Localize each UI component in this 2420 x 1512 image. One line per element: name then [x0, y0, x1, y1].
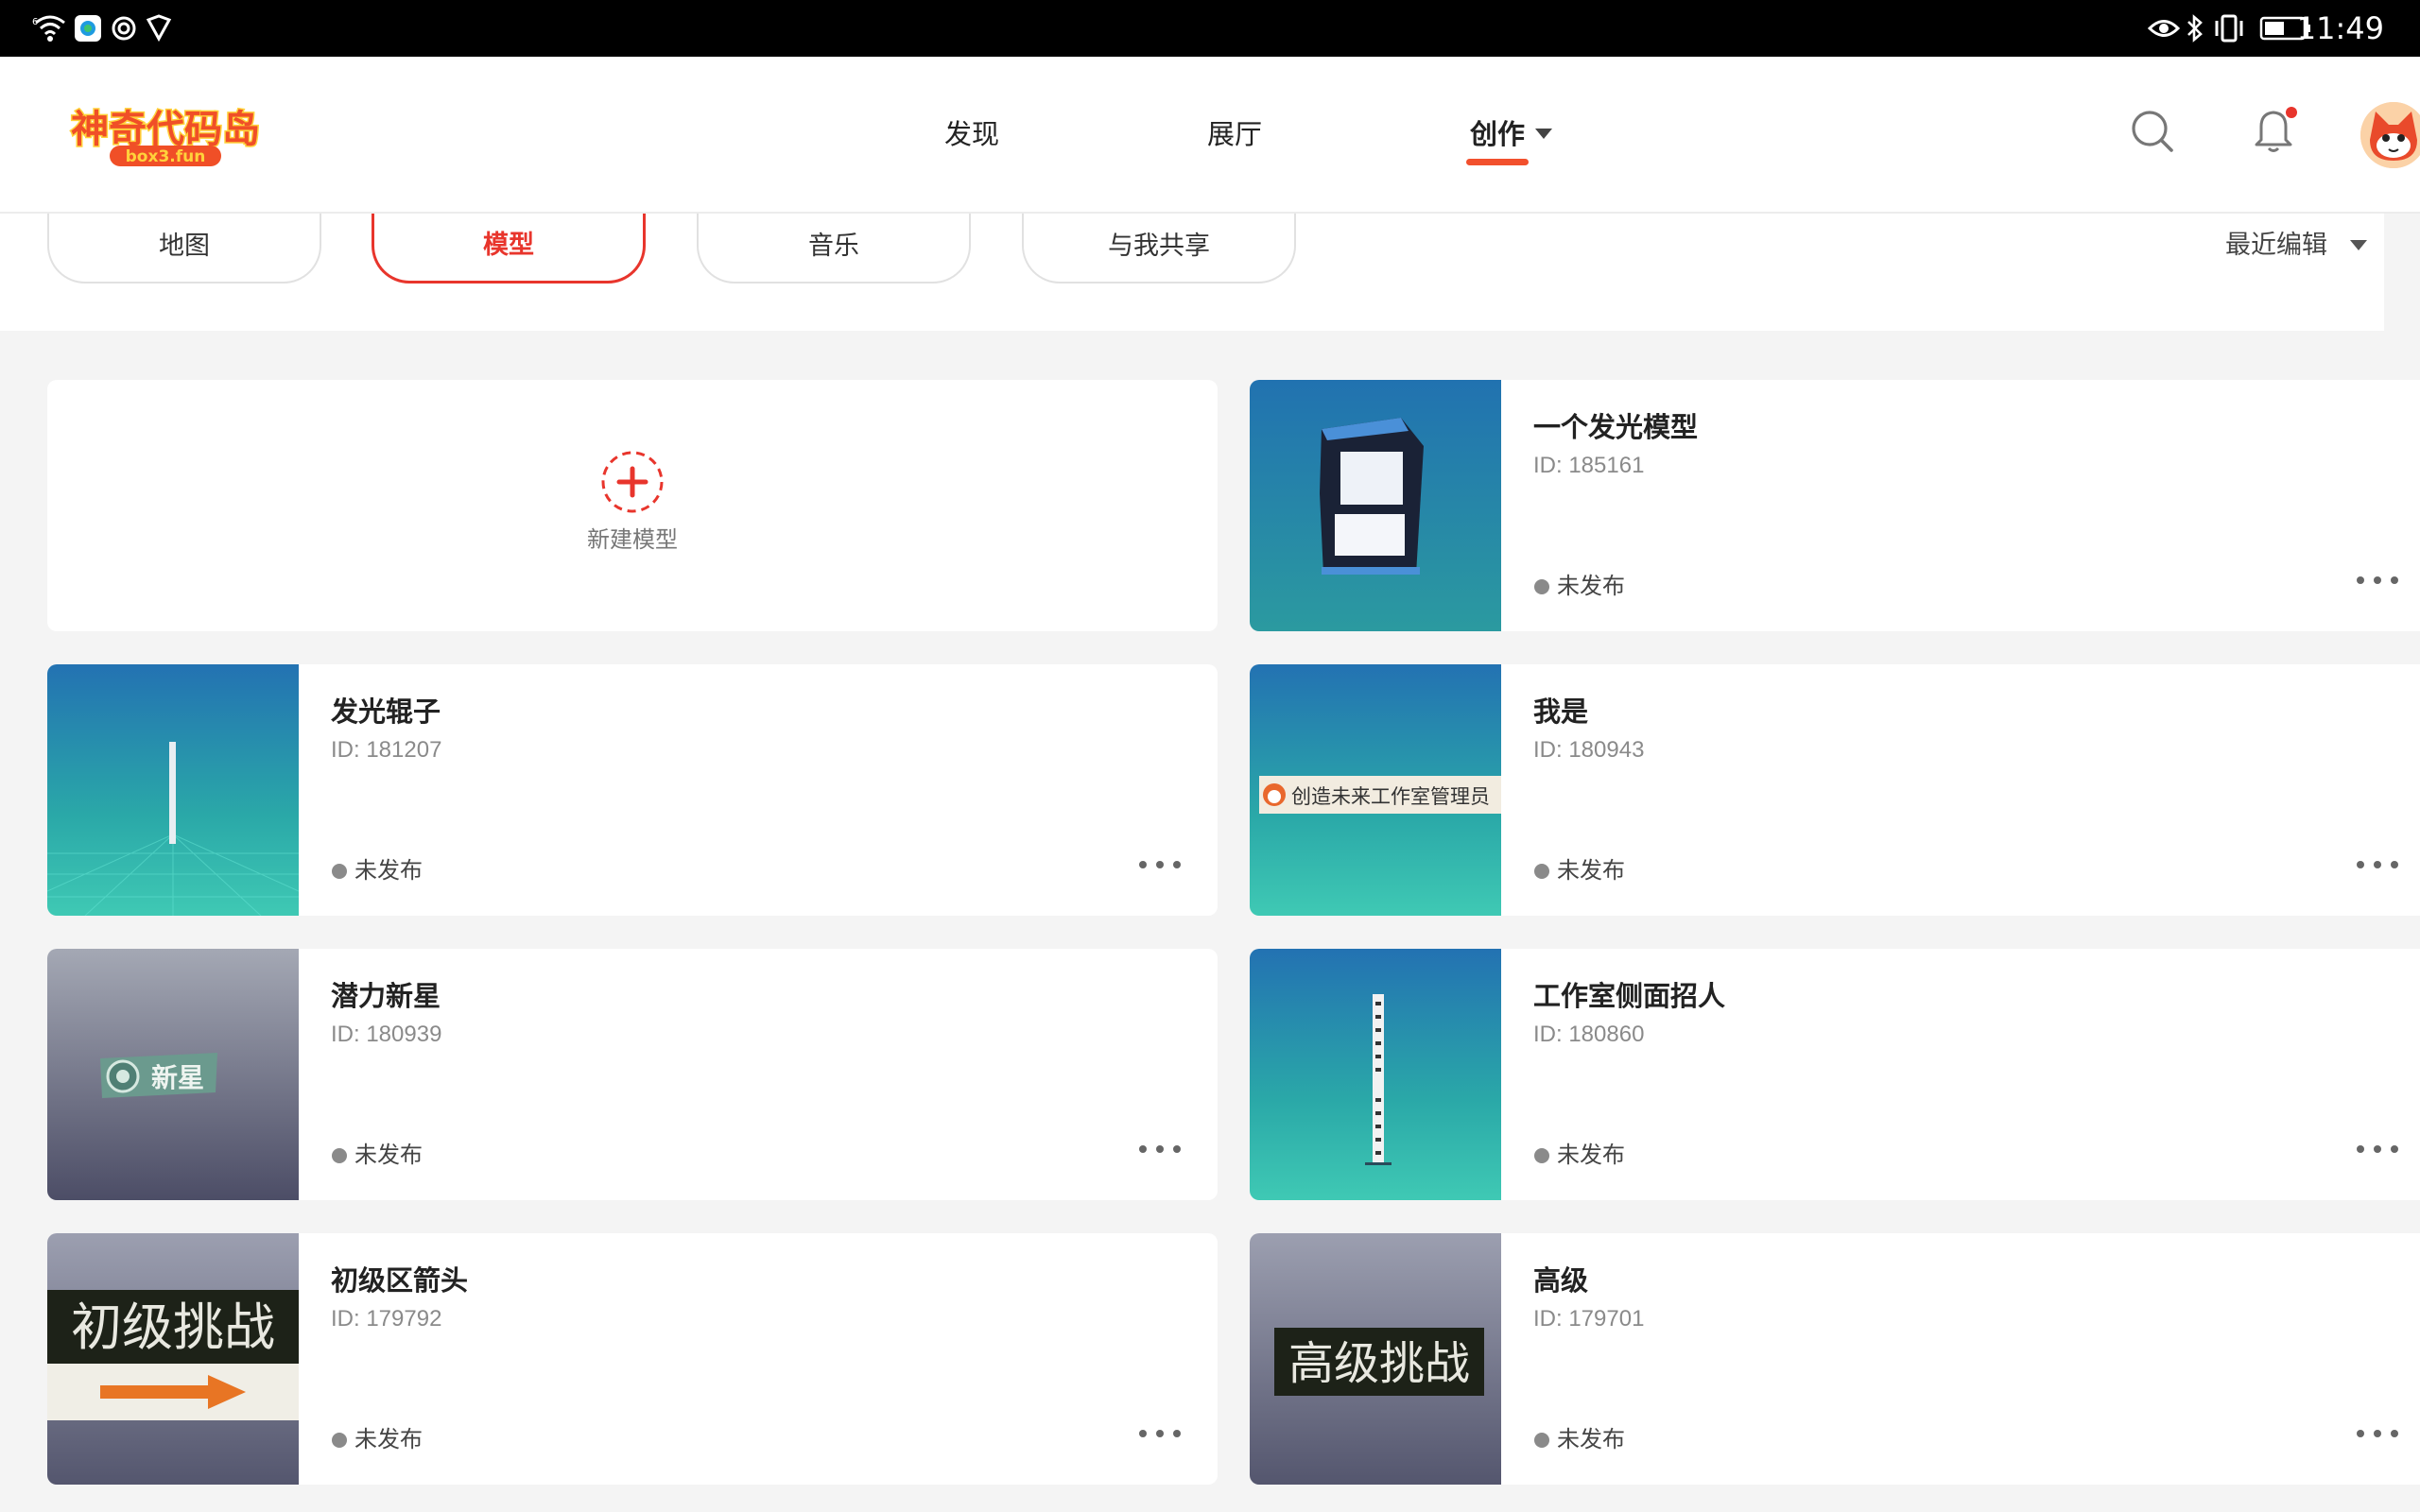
model-card[interactable]: 高级挑战 高级 ID: 179701 未发布: [1250, 1233, 2420, 1485]
model-status: 未发布: [1557, 573, 1625, 599]
model-title: 初级区箭头: [331, 1264, 469, 1297]
bluetooth-icon: [2187, 14, 2203, 43]
app-notification-icon: [75, 15, 101, 42]
status-dot: [332, 864, 347, 879]
model-title: 一个发光模型: [1533, 411, 1699, 443]
model-card[interactable]: 工作室侧面招人 ID: 180860 未发布: [1250, 949, 2420, 1200]
status-dot: [1534, 579, 1549, 594]
status-dot: [332, 1433, 347, 1448]
model-title: 我是: [1533, 696, 1589, 728]
new-model-label: 新建模型: [587, 526, 678, 553]
model-id: ID: 180860: [1533, 1022, 1645, 1047]
status-dot: [332, 1148, 347, 1163]
svg-text:高级挑战: 高级挑战: [1288, 1337, 1470, 1390]
model-thumbnail: [1250, 380, 1501, 631]
model-thumbnail: 初级挑战: [47, 1233, 299, 1485]
model-id: ID: 179792: [331, 1306, 442, 1332]
model-thumbnail: [47, 664, 299, 916]
model-card[interactable]: 一个发光模型 ID: 185161 未发布: [1250, 380, 2420, 631]
model-thumbnail: 创造未来工作室管理员: [1250, 664, 1501, 916]
svg-text:神奇代码岛: 神奇代码岛: [71, 108, 260, 151]
model-title: 潜力新星: [331, 980, 441, 1012]
status-bar: 6 11:49: [0, 0, 2420, 57]
model-title: 发光辊子: [331, 696, 441, 728]
new-model-card[interactable]: 新建模型: [47, 380, 1218, 631]
notification-dot: [2286, 107, 2297, 118]
search-icon[interactable]: [2129, 108, 2176, 155]
model-status: 未发布: [1557, 1426, 1625, 1452]
svg-text:box3.fun: box3.fun: [126, 147, 206, 166]
active-tab-indicator: [1466, 159, 1529, 165]
model-thumbnail: 高级挑战: [1250, 1233, 1501, 1485]
wifi-icon: 6: [32, 15, 65, 42]
model-id: ID: 180939: [331, 1022, 442, 1047]
more-options-icon[interactable]: [1139, 850, 1184, 878]
status-dot: [1534, 1148, 1549, 1163]
eye-icon: [2148, 20, 2180, 37]
svg-text:创造未来工作室管理员: 创造未来工作室管理员: [1291, 785, 1490, 808]
model-card[interactable]: 初级挑战 初级区箭头 ID: 179792 未发布: [47, 1233, 1218, 1485]
svg-text:初级挑战: 初级挑战: [71, 1297, 275, 1357]
more-options-icon[interactable]: [2357, 1418, 2402, 1447]
model-status: 未发布: [354, 1142, 423, 1168]
model-title: 工作室侧面招人: [1533, 980, 1726, 1012]
more-options-icon[interactable]: [1139, 1134, 1184, 1162]
more-options-icon[interactable]: [2357, 1134, 2402, 1162]
bell-icon[interactable]: [2250, 104, 2299, 155]
chevron-down-icon[interactable]: [1535, 129, 1552, 139]
chevron-down-icon[interactable]: [2350, 240, 2367, 250]
status-dot: [1534, 864, 1549, 879]
filter-bar: 地图 模型 音乐 与我共享 最近编辑: [0, 214, 2384, 331]
sort-dropdown[interactable]: 最近编辑: [2225, 227, 2327, 265]
model-id: ID: 185161: [1533, 453, 1645, 478]
tab-music[interactable]: 音乐: [697, 214, 971, 284]
tab-maps[interactable]: 地图: [47, 214, 321, 284]
model-card[interactable]: 创造未来工作室管理员 我是 ID: 180943 未发布: [1250, 664, 2420, 916]
vibrate-icon: [2215, 14, 2243, 43]
nav-gallery[interactable]: 展厅: [1207, 115, 1262, 153]
more-options-icon[interactable]: [2357, 565, 2402, 593]
more-options-icon[interactable]: [2357, 850, 2402, 878]
tab-shared-with-me[interactable]: 与我共享: [1022, 214, 1296, 284]
model-id: ID: 181207: [331, 737, 442, 763]
model-status: 未发布: [1557, 1142, 1625, 1168]
model-title: 高级: [1533, 1264, 1589, 1297]
clock: 11:49: [2296, 10, 2384, 46]
add-icon[interactable]: [600, 450, 665, 514]
svg-text:6: 6: [32, 17, 38, 27]
nav-create[interactable]: 创作: [1470, 115, 1525, 153]
box3-logo[interactable]: 神奇代码岛 box3.fun: [68, 100, 263, 172]
model-status: 未发布: [354, 1426, 423, 1452]
model-card[interactable]: 发光辊子 ID: 181207 未发布: [47, 664, 1218, 916]
sync-icon: [112, 16, 136, 41]
status-dot: [1534, 1433, 1549, 1448]
model-status: 未发布: [354, 857, 423, 884]
nav-discover[interactable]: 发现: [944, 115, 999, 153]
vpn-shield-icon: [146, 14, 172, 43]
model-thumbnail: [1250, 949, 1501, 1200]
svg-text:新星: 新星: [151, 1062, 204, 1093]
model-thumbnail: 新星: [47, 949, 299, 1200]
more-options-icon[interactable]: [1139, 1418, 1184, 1447]
model-id: ID: 180943: [1533, 737, 1645, 763]
avatar[interactable]: [2360, 102, 2420, 168]
tab-models[interactable]: 模型: [372, 214, 646, 284]
model-card[interactable]: 新星 潜力新星 ID: 180939 未发布: [47, 949, 1218, 1200]
model-status: 未发布: [1557, 857, 1625, 884]
top-navigation: 神奇代码岛 box3.fun 发现 展厅 创作: [0, 57, 2420, 214]
model-id: ID: 179701: [1533, 1306, 1645, 1332]
